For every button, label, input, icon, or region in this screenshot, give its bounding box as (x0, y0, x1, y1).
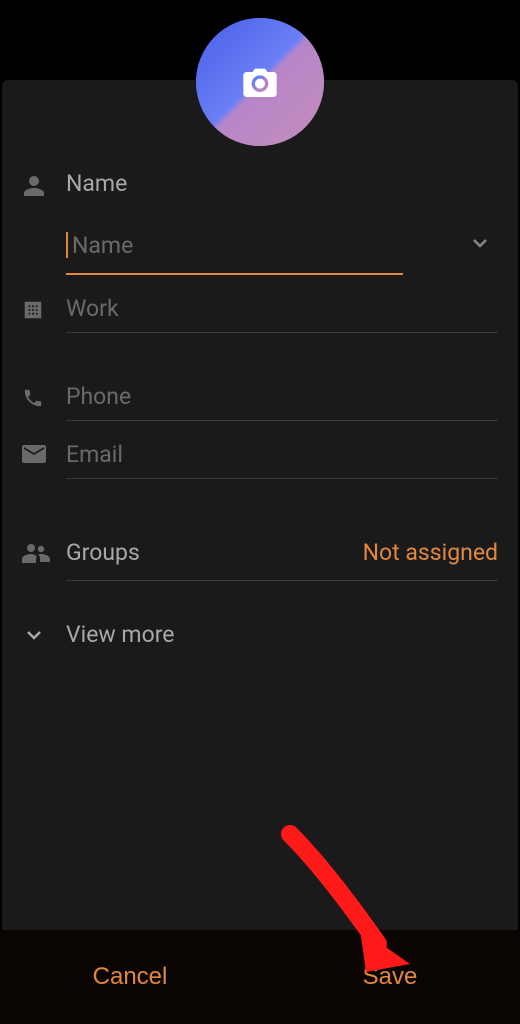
email-input[interactable]: Email (66, 441, 498, 479)
phone-input[interactable]: Phone (66, 383, 498, 421)
chevron-down-icon (22, 623, 46, 647)
email-label: Email (66, 441, 123, 468)
phone-section: Phone (22, 383, 498, 421)
work-label: Work (66, 295, 119, 322)
work-input[interactable]: Work (66, 295, 498, 333)
work-section: Work (22, 295, 498, 333)
groups-value: Not assigned (363, 539, 498, 566)
people-icon (22, 543, 50, 563)
email-section: Email (22, 441, 498, 479)
chevron-down-icon[interactable] (462, 225, 498, 265)
name-label: Name (66, 170, 498, 197)
save-button[interactable]: Save (260, 930, 520, 1024)
view-more-row[interactable]: View more (22, 621, 498, 648)
phone-label: Phone (66, 383, 131, 410)
groups-row[interactable]: Groups Not assigned (66, 539, 498, 581)
groups-section: Groups Not assigned (22, 539, 498, 581)
view-more-label: View more (66, 621, 175, 648)
name-placeholder: Name (72, 232, 450, 259)
cancel-button[interactable]: Cancel (0, 930, 260, 1024)
phone-icon (22, 387, 44, 409)
name-input-row[interactable]: Name (66, 225, 498, 275)
camera-icon (240, 65, 280, 99)
email-icon (22, 445, 46, 463)
building-icon (22, 299, 44, 321)
avatar-picker[interactable] (196, 18, 324, 146)
text-cursor (66, 232, 68, 258)
name-section: Name Name (22, 170, 498, 275)
groups-label: Groups (66, 539, 140, 566)
action-bar: Cancel Save (0, 930, 520, 1024)
person-icon (22, 174, 46, 198)
contact-form: Name Name (2, 80, 518, 930)
